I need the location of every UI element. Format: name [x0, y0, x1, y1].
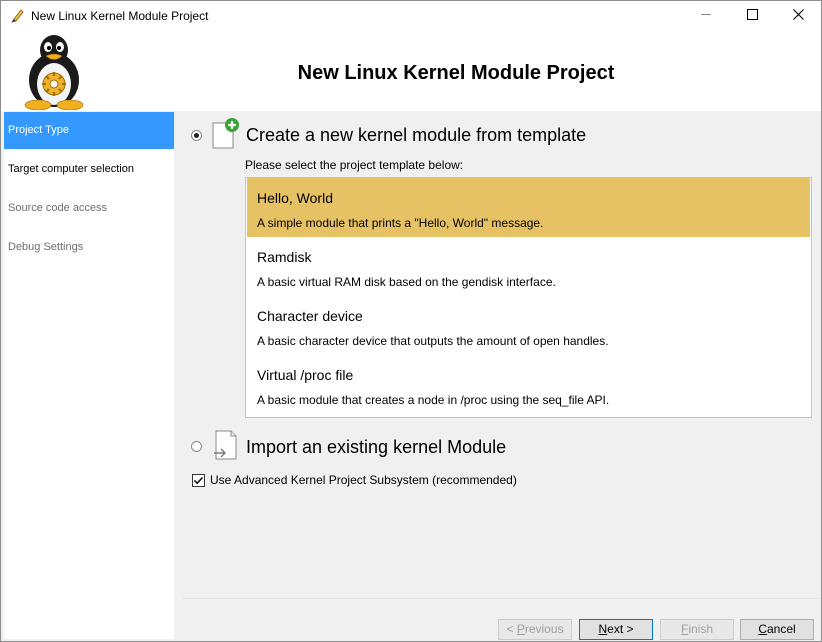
create-from-template-radio[interactable]	[191, 130, 202, 141]
create-from-template-label[interactable]: Create a new kernel module from template	[246, 125, 586, 146]
list-item-character-device[interactable]: Character device A basic character devic…	[247, 296, 810, 355]
import-existing-radio[interactable]	[191, 441, 202, 452]
project-type-panel: Create a new kernel module from template…	[182, 112, 819, 590]
import-existing-label[interactable]: Import an existing kernel Module	[246, 437, 506, 458]
window-title: New Linux Kernel Module Project	[31, 9, 209, 23]
next-access-key: N	[598, 622, 608, 636]
advanced-subsystem-checkbox[interactable]	[192, 474, 205, 487]
finish-label: inish	[688, 622, 714, 636]
pencil-app-icon	[9, 8, 25, 24]
close-icon	[792, 9, 804, 23]
minimize-button[interactable]	[683, 1, 729, 31]
template-description: A basic virtual RAM disk based on the ge…	[257, 275, 556, 289]
next-button[interactable]: Next >	[579, 619, 653, 640]
import-document-icon	[211, 429, 239, 461]
wizard-window: New Linux Kernel Module Project New Linu…	[0, 0, 822, 642]
sidebar-item-project-type[interactable]: Project Type	[4, 112, 174, 149]
sidebar-item-debug-settings: Debug Settings	[8, 241, 84, 253]
minimize-icon	[700, 9, 712, 23]
template-name: Hello, World	[257, 190, 333, 206]
list-item-virtual-proc-file[interactable]: Virtual /proc file A basic module that c…	[247, 355, 810, 414]
close-button[interactable]	[775, 1, 821, 31]
template-description: A simple module that prints a "Hello, Wo…	[257, 216, 544, 230]
template-description: A basic module that creates a node in /p…	[257, 393, 610, 407]
maximize-button[interactable]	[729, 1, 775, 31]
next-label: ext >	[607, 622, 634, 636]
cancel-button[interactable]: Cancel	[740, 619, 814, 640]
previous-button: < Previous	[498, 619, 572, 640]
template-name: Virtual /proc file	[257, 367, 354, 383]
template-hint: Please select the project template below…	[245, 158, 464, 172]
list-item-hello-world[interactable]: Hello, World A simple module that prints…	[247, 178, 810, 237]
template-list[interactable]: Hello, World A simple module that prints…	[245, 177, 812, 418]
checkmark-icon	[193, 476, 204, 485]
finish-button: Finish	[660, 619, 734, 640]
sidebar-item-source-code-access: Source code access	[8, 202, 108, 214]
advanced-subsystem-label[interactable]: Use Advanced Kernel Project Subsystem (r…	[210, 473, 517, 487]
page-title: New Linux Kernel Module Project	[297, 62, 615, 84]
template-name: Character device	[257, 308, 363, 324]
previous-access-key: P	[516, 622, 525, 636]
template-name: Ramdisk	[257, 249, 312, 265]
wizard-header: New Linux Kernel Module Project	[1, 31, 821, 111]
list-item-ramdisk[interactable]: Ramdisk A basic virtual RAM disk based o…	[247, 237, 810, 296]
previous-lead: <	[506, 622, 517, 636]
wizard-footer: < Previous Next > Finish Cancel	[182, 598, 819, 641]
template-description: A basic character device that outputs th…	[257, 334, 609, 348]
new-document-add-icon	[211, 118, 239, 150]
cancel-label: ancel	[766, 622, 796, 636]
previous-label: revious	[524, 622, 564, 636]
sidebar-item-target-computer-selection[interactable]: Target computer selection	[4, 151, 174, 188]
cancel-access-key: C	[758, 622, 767, 636]
title-bar[interactable]: New Linux Kernel Module Project	[1, 1, 821, 31]
maximize-icon	[746, 9, 758, 23]
wizard-steps-sidebar: Project Type Target computer selection S…	[4, 112, 174, 639]
